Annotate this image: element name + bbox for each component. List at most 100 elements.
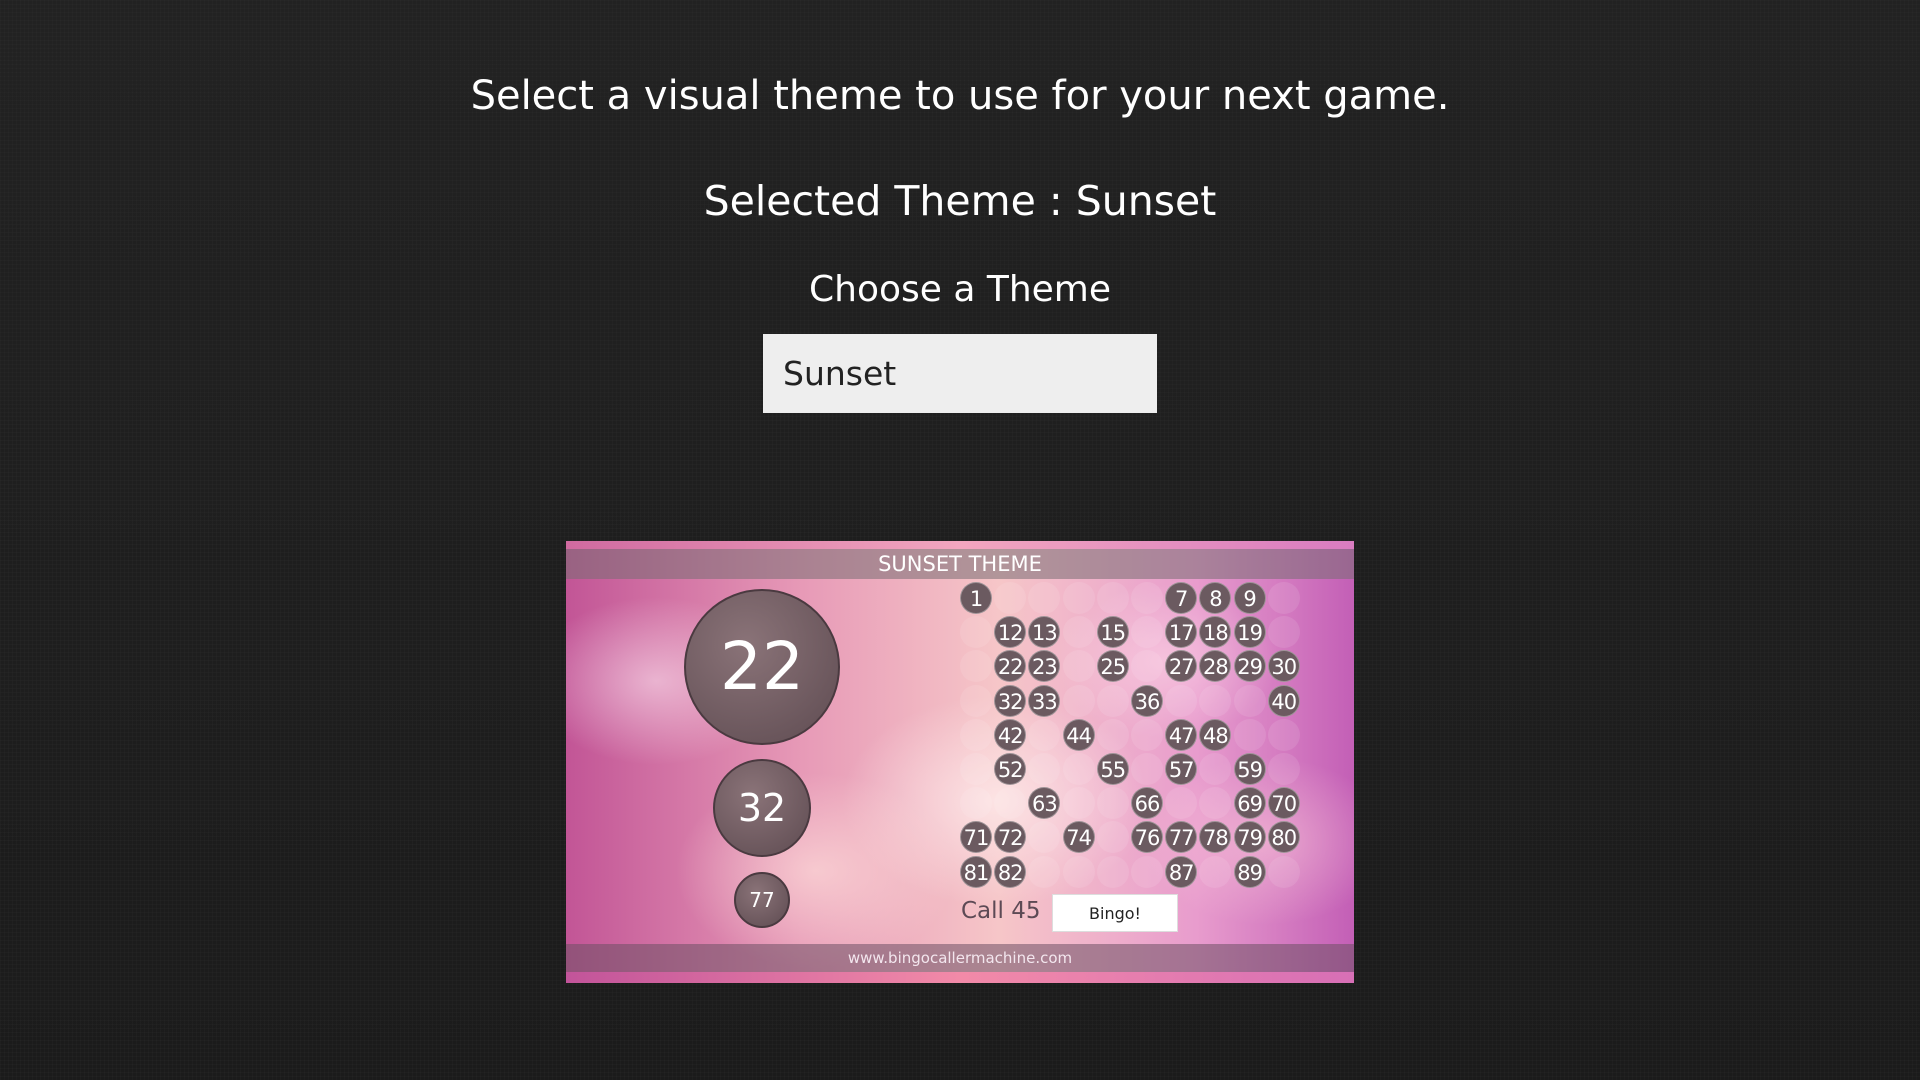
theme-preview: SUNSET THEME 22 32 77 1 7 8 9 12 13 15 17 18 19 22… — [566, 541, 1354, 983]
board-number-9: 9 — [1233, 582, 1266, 614]
board-number-66: 66 — [1131, 787, 1163, 820]
board-number-17: 17 — [1165, 616, 1198, 649]
board-number-47: 47 — [1165, 718, 1198, 751]
board-number-53 — [1028, 753, 1061, 785]
call-count-label: Call 45 — [961, 898, 1041, 924]
board-number-71: 71 — [960, 821, 992, 854]
board-number-11 — [960, 616, 992, 649]
board-number-35 — [1096, 684, 1129, 717]
board-number-76: 76 — [1131, 821, 1163, 854]
board-number-80: 80 — [1267, 821, 1300, 854]
board-number-56 — [1131, 753, 1163, 785]
board-number-20 — [1267, 616, 1300, 649]
board-number-79: 79 — [1233, 821, 1266, 854]
board-number-49 — [1233, 718, 1266, 751]
board-number-74: 74 — [1062, 821, 1095, 854]
board-number-41 — [960, 718, 992, 751]
board-number-78: 78 — [1199, 821, 1232, 854]
board-number-58 — [1199, 753, 1232, 785]
board-number-83 — [1028, 855, 1061, 888]
board-number-84 — [1062, 855, 1095, 888]
board-number-86 — [1131, 855, 1163, 888]
board-number-50 — [1267, 718, 1300, 751]
board-number-89: 89 — [1233, 855, 1266, 888]
board-number-29: 29 — [1233, 650, 1266, 683]
board-number-40: 40 — [1267, 684, 1300, 717]
board-number-43 — [1028, 718, 1061, 751]
board-number-21 — [960, 650, 992, 683]
board-number-24 — [1062, 650, 1095, 683]
selected-theme-label: Selected Theme : Sunset — [703, 177, 1217, 225]
board-number-87: 87 — [1165, 855, 1198, 888]
board-number-65 — [1096, 787, 1129, 820]
board-number-19: 19 — [1233, 616, 1266, 649]
board-number-14 — [1062, 616, 1095, 649]
board-number-48: 48 — [1199, 718, 1232, 751]
board-number-23: 23 — [1028, 650, 1061, 683]
board-number-38 — [1199, 684, 1232, 717]
board-number-52: 52 — [994, 753, 1027, 785]
board-number-25: 25 — [1096, 650, 1129, 683]
theme-select[interactable]: Sunset — [763, 334, 1157, 413]
preview-title: SUNSET THEME — [566, 549, 1354, 579]
board-number-61 — [960, 787, 992, 820]
board-number-62 — [994, 787, 1027, 820]
board-number-55: 55 — [1096, 753, 1129, 785]
board-number-88 — [1199, 855, 1232, 888]
board-number-70: 70 — [1267, 787, 1300, 820]
intro-text: Select a visual theme to use for your ne… — [470, 73, 1450, 119]
board-number-90 — [1267, 855, 1300, 888]
board-number-16 — [1131, 616, 1163, 649]
board-number-18: 18 — [1199, 616, 1232, 649]
preview-footer-url: www.bingocallermachine.com — [566, 944, 1354, 972]
board-number-13: 13 — [1028, 616, 1061, 649]
board-number-31 — [960, 684, 992, 717]
board-number-2 — [994, 582, 1027, 614]
bingo-button[interactable]: Bingo! — [1052, 894, 1178, 932]
board-number-36: 36 — [1131, 684, 1163, 717]
board-number-8: 8 — [1199, 582, 1232, 614]
board-number-4 — [1062, 582, 1095, 614]
board-number-34 — [1062, 684, 1095, 717]
board-number-1: 1 — [960, 582, 992, 614]
board-number-7: 7 — [1165, 582, 1198, 614]
board-number-54 — [1062, 753, 1095, 785]
board-number-39 — [1233, 684, 1266, 717]
previous-ball-2: 77 — [734, 872, 790, 928]
board-number-63: 63 — [1028, 787, 1061, 820]
board-number-5 — [1096, 582, 1129, 614]
board-number-85 — [1096, 855, 1129, 888]
previous-ball-1: 32 — [713, 759, 811, 857]
board-number-77: 77 — [1165, 821, 1198, 854]
board-number-67 — [1165, 787, 1198, 820]
board-number-33: 33 — [1028, 684, 1061, 717]
board-number-72: 72 — [994, 821, 1027, 854]
choose-theme-label: Choose a Theme — [808, 269, 1112, 310]
board-number-59: 59 — [1233, 753, 1266, 785]
board-number-57: 57 — [1165, 753, 1198, 785]
board-number-82: 82 — [994, 855, 1027, 888]
preview-footer-strip — [566, 972, 1354, 983]
board-number-6 — [1131, 582, 1163, 614]
board-number-46 — [1131, 718, 1163, 751]
board-number-68 — [1199, 787, 1232, 820]
board-number-45 — [1096, 718, 1129, 751]
board-number-37 — [1165, 684, 1198, 717]
board-number-69: 69 — [1233, 787, 1266, 820]
board-number-81: 81 — [960, 855, 992, 888]
board-number-12: 12 — [994, 616, 1027, 649]
board-number-15: 15 — [1096, 616, 1129, 649]
board-number-27: 27 — [1165, 650, 1198, 683]
board-number-30: 30 — [1267, 650, 1300, 683]
board-number-73 — [1028, 821, 1061, 854]
number-board: 1 7 8 9 12 13 15 17 18 19 22 23 25 27 28 29 30 32 33 36 40 42… — [960, 582, 1302, 924]
board-number-32: 32 — [994, 684, 1027, 717]
board-number-44: 44 — [1062, 718, 1095, 751]
board-number-26 — [1131, 650, 1163, 683]
board-number-28: 28 — [1199, 650, 1232, 683]
board-number-75 — [1096, 821, 1129, 854]
board-number-60 — [1267, 753, 1300, 785]
current-ball: 22 — [684, 589, 840, 745]
board-number-64 — [1062, 787, 1095, 820]
board-number-42: 42 — [994, 718, 1027, 751]
